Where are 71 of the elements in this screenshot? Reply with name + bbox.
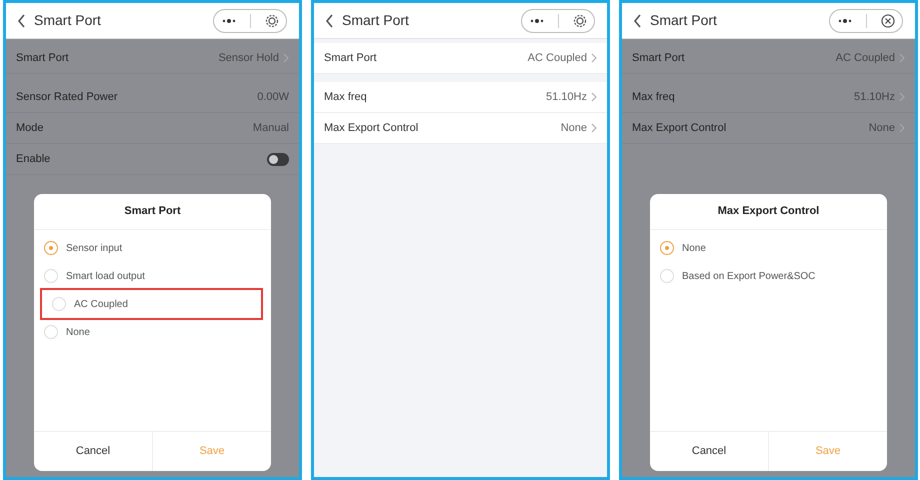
radio-button[interactable] (660, 241, 674, 255)
row-value: Sensor Hold (218, 50, 279, 66)
settings-row[interactable]: Smart Port AC Coupled (622, 43, 915, 74)
settings-row[interactable]: Smart Port AC Coupled (314, 43, 607, 74)
radio-option[interactable]: None (650, 234, 887, 262)
dialog-title: Smart Port (34, 194, 271, 230)
row-value: Manual (252, 120, 289, 136)
radio-option[interactable]: Sensor input (34, 234, 271, 262)
close-icon[interactable] (881, 14, 896, 28)
row-label: Max Export Control (324, 120, 418, 136)
row-label: Smart Port (632, 50, 685, 66)
row-label: Max Export Control (632, 120, 726, 136)
row-value: None (560, 120, 587, 136)
chevron-icon[interactable] (899, 123, 905, 133)
page-title: Smart Port (650, 11, 718, 30)
radio-button[interactable] (44, 269, 58, 283)
radio-button[interactable] (44, 325, 58, 339)
radio-option[interactable]: Based on Export Power&SOC (650, 262, 887, 290)
row-value: 0.00W (257, 90, 289, 105)
row-label: Smart Port (324, 50, 377, 66)
more-icon[interactable] (220, 18, 237, 24)
row-label: Mode (16, 120, 44, 136)
settings-row[interactable]: Max freq 51.10Hz (314, 82, 607, 113)
radio-button[interactable] (660, 269, 674, 283)
option-label: None (682, 242, 706, 256)
highlight-frame[interactable]: AC Coupled (42, 290, 261, 318)
settings-row[interactable]: Smart Port Sensor Hold (6, 43, 299, 74)
settings-row[interactable]: Max Export Control None (314, 113, 607, 144)
radio-option[interactable]: Smart load output (34, 262, 271, 290)
row-label: Max freq (632, 90, 675, 105)
row-value: AC Coupled (836, 50, 895, 66)
cancel-button[interactable]: Cancel (650, 432, 768, 471)
page-title: Smart Port (342, 11, 410, 30)
more-icon[interactable] (528, 18, 545, 24)
settings-row[interactable]: Enable (6, 144, 299, 175)
row-value: None (868, 120, 895, 136)
page-title: Smart Port (34, 11, 102, 30)
settings-row[interactable]: Max Export Control None (622, 113, 915, 144)
radio-option[interactable]: None (34, 318, 271, 346)
row-label: Smart Port (16, 50, 69, 66)
row-label: Max freq (324, 90, 367, 105)
back-icon[interactable] (16, 12, 26, 28)
radio-button[interactable] (52, 297, 66, 311)
chevron-icon[interactable] (591, 92, 597, 102)
cancel-button[interactable]: Cancel (34, 432, 152, 471)
option-label: AC Coupled (74, 298, 128, 312)
chevron-icon[interactable] (591, 53, 597, 63)
settings-row[interactable]: Max freq 51.10Hz (622, 82, 915, 113)
more-icon[interactable] (836, 18, 853, 24)
back-icon[interactable] (632, 12, 642, 28)
settings-row[interactable]: Mode Manual (6, 113, 299, 144)
toggle-switch[interactable] (267, 152, 289, 166)
option-label: None (66, 326, 90, 340)
option-label: Sensor input (66, 242, 122, 256)
settings-icon[interactable] (265, 14, 280, 28)
row-value: 51.10Hz (546, 90, 587, 105)
row-value: AC Coupled (528, 50, 587, 66)
chevron-icon[interactable] (591, 123, 597, 133)
radio-button[interactable] (44, 241, 58, 255)
row-label: Sensor Rated Power (16, 90, 118, 105)
settings-icon[interactable] (573, 14, 588, 28)
row-value: 51.10Hz (854, 90, 895, 105)
chevron-icon[interactable] (899, 53, 905, 63)
row-label: Enable (16, 152, 50, 167)
chevron-icon[interactable] (283, 53, 289, 63)
settings-row[interactable]: Sensor Rated Power 0.00W (6, 82, 299, 113)
chevron-icon[interactable] (899, 92, 905, 102)
option-label: Smart load output (66, 270, 145, 284)
dialog-title: Max Export Control (650, 194, 887, 230)
option-label: Based on Export Power&SOC (682, 270, 816, 284)
back-icon[interactable] (324, 12, 334, 28)
